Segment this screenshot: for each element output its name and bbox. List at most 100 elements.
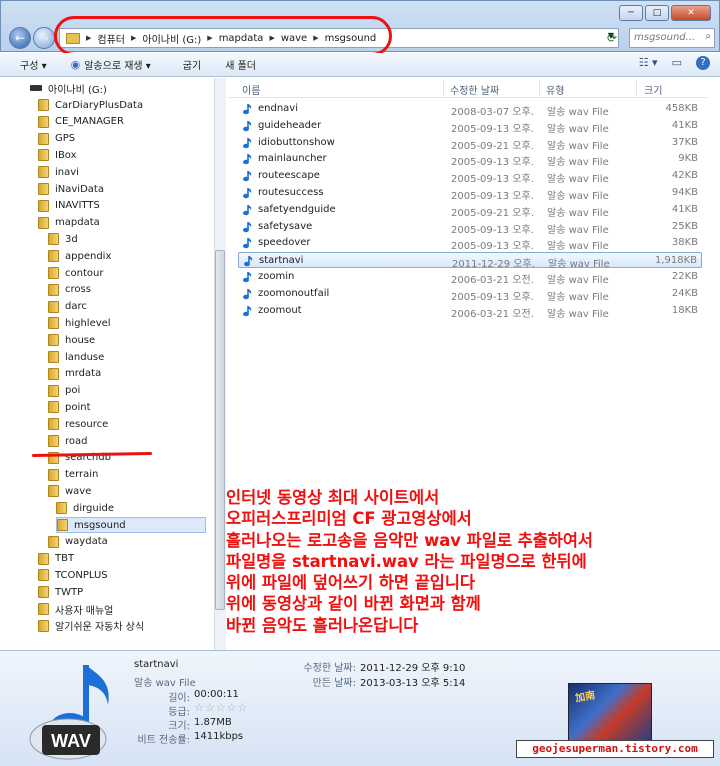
tree-item[interactable]: TWTP [38, 584, 83, 600]
breadcrumb-wave[interactable]: wave [281, 33, 307, 44]
chevron-right-icon[interactable]: ▶ [269, 34, 274, 42]
folder-icon [38, 569, 49, 582]
tree-item[interactable]: CE_MANAGER [38, 114, 124, 130]
file-date: 2005-09-21 오후... [451, 207, 535, 219]
folder-icon [48, 233, 59, 246]
breadcrumb-mapdata[interactable]: mapdata [219, 33, 264, 44]
file-row[interactable]: idiobuttonshow 2005-09-21 오후... 알송 wav Fil… [238, 135, 702, 152]
bitrate-value: 1411kbps [194, 731, 244, 742]
annotation-text: 인터넷 동영상 최대 사이트에서 오피러스프리미엄 CF 광고영상에서 흘러나오… [226, 487, 720, 636]
minimize-button[interactable]: ─ [619, 5, 643, 21]
address-bar[interactable]: ▶ 컴퓨터 ▶ 아이나비 (G:) ▶ mapdata ▶ wave ▶ msg… [59, 28, 619, 48]
tree-item[interactable]: cross [48, 282, 91, 298]
search-input[interactable]: msgsound... ⌕ [629, 28, 715, 48]
file-row[interactable]: guideheader 2005-09-13 오후... 알송 wav File 41… [238, 118, 702, 135]
tree-item[interactable]: 사용자 매뉴얼 [38, 601, 113, 617]
tree-item[interactable]: point [48, 399, 91, 415]
file-type: 알송 wav File [547, 191, 609, 202]
audio-file-icon [243, 221, 252, 232]
tree-item[interactable]: iNaviData [38, 181, 104, 197]
tree-item[interactable]: contour [48, 265, 103, 281]
column-header-size[interactable]: 크기 [644, 82, 662, 97]
tree-item[interactable]: waydata [48, 534, 108, 550]
breadcrumb-msgsound[interactable]: msgsound [325, 33, 377, 44]
tree-item[interactable]: inavi [38, 164, 79, 180]
file-row[interactable]: safetysave 2005-09-13 오후... 알송 wav File 25K… [238, 219, 702, 236]
tree-item[interactable]: appendix [48, 248, 111, 264]
tree-item[interactable]: TBT [38, 551, 74, 567]
size-label: 크기: [168, 721, 190, 732]
tree-item-drive[interactable]: 아이나비 (G:) [30, 80, 107, 96]
burn-button[interactable]: 굽기 [161, 57, 211, 72]
rating-stars[interactable]: ☆☆☆☆☆ [194, 701, 248, 714]
tree-item[interactable]: road [48, 433, 88, 449]
file-type: 알송 wav File [547, 224, 609, 236]
folder-icon [38, 99, 49, 111]
back-button[interactable]: ← [9, 27, 31, 49]
play-icon: ◉ [70, 58, 81, 71]
views-icon[interactable]: ☷ ▾ [639, 56, 658, 70]
column-header-date[interactable]: 수정한 날짜 [450, 82, 499, 97]
tree-item[interactable]: 3d [48, 231, 78, 247]
tree-item[interactable]: CarDiaryPlusData [38, 97, 143, 113]
tree-item-label: darc [65, 301, 87, 313]
tree-item[interactable]: dirguide [56, 500, 114, 516]
breadcrumb-computer[interactable]: 컴퓨터 [97, 31, 125, 46]
maximize-button[interactable]: □ [645, 5, 669, 21]
column-divider[interactable] [443, 80, 444, 96]
tree-item[interactable]: house [48, 332, 95, 348]
tree-item[interactable]: resource [48, 416, 108, 432]
chevron-right-icon[interactable]: ▶ [207, 34, 212, 42]
file-row[interactable]: startnavi 2011-12-29 오후... 알송 wav File 1,91… [238, 252, 702, 270]
tree-item-label: wave [65, 485, 92, 497]
file-row[interactable]: mainlauncher 2005-09-13 오후... 알송 wav File 9… [238, 151, 702, 168]
new-folder-button[interactable]: 새 폴더 [211, 57, 266, 72]
chevron-right-icon[interactable]: ▶ [131, 34, 136, 42]
tree-item[interactable]: msgsound [56, 517, 206, 533]
details-filetype: 알송 wav File [134, 678, 196, 689]
file-size: 24KB [671, 287, 698, 299]
tree-item[interactable]: 알기쉬운 자동차 상식 [38, 618, 144, 634]
file-row[interactable]: zoomout 2006-03-21 오전... 알송 wav File 18KB [238, 303, 702, 320]
tree-item[interactable]: mrdata [48, 366, 101, 382]
tree-item[interactable]: landuse [48, 349, 104, 365]
forward-button[interactable]: → [33, 27, 55, 49]
tree-item[interactable]: poi [48, 383, 80, 399]
tree-item[interactable]: IBox [38, 147, 77, 163]
tree-item-label: landuse [65, 351, 105, 363]
tree-item[interactable]: INAVITTS [38, 198, 100, 214]
tree-item[interactable]: darc [48, 299, 87, 315]
nav-scrollbar-thumb[interactable] [215, 250, 225, 610]
organize-button[interactable]: 구성 ▾ [0, 57, 57, 72]
play-with-button[interactable]: ◉ 알송으로 재생 ▾ [57, 57, 161, 72]
preview-pane-icon[interactable]: ▭ [672, 56, 682, 70]
chevron-right-icon[interactable]: ▶ [313, 34, 318, 42]
column-header-name[interactable]: 이름 [242, 82, 260, 97]
tree-item[interactable]: wave [48, 483, 91, 499]
help-icon[interactable]: ? [696, 56, 710, 70]
file-row[interactable]: zoomonoutfail 2005-09-13 오후... 알송 wav File… [238, 286, 702, 303]
tree-item[interactable]: TCONPLUS [38, 567, 108, 583]
tree-item-label: msgsound [74, 519, 126, 531]
file-row[interactable]: safetyendguide 2005-09-21 오후... 알송 wav Fil… [238, 202, 702, 219]
tree-item[interactable]: GPS [38, 131, 75, 147]
file-row[interactable]: routesuccess 2005-09-13 오후... 알송 wav File 9… [238, 185, 702, 202]
tree-item-label: mrdata [65, 368, 102, 380]
column-header-type[interactable]: 유형 [546, 82, 564, 97]
tree-item[interactable]: mapdata [38, 215, 100, 231]
column-divider[interactable] [539, 80, 540, 96]
search-icon[interactable]: ⌕ [705, 31, 711, 42]
refresh-icon[interactable]: ⟳ [607, 31, 617, 45]
file-row[interactable]: speedover 2005-09-13 오후... 알송 wav File 38KB [238, 235, 702, 252]
file-row[interactable]: routeescape 2005-09-13 오후... 알송 wav File 42… [238, 168, 702, 185]
column-divider[interactable] [636, 80, 637, 96]
file-date: 2005-09-13 오후... [451, 224, 535, 236]
breadcrumb-drive[interactable]: 아이나비 (G:) [142, 31, 201, 46]
chevron-right-icon[interactable]: ▶ [86, 34, 91, 42]
tree-item[interactable]: terrain [48, 467, 98, 483]
view-controls: ☷ ▾ ▭ ? [639, 56, 710, 70]
close-button[interactable]: ✕ [671, 5, 711, 21]
file-row[interactable]: zoomin 2006-03-21 오전... 알송 wav File 22KB [238, 269, 702, 286]
tree-item[interactable]: highlevel [48, 315, 111, 331]
file-row[interactable]: endnavi 2008-03-07 오후... 알송 wav File 458KB [238, 101, 702, 118]
